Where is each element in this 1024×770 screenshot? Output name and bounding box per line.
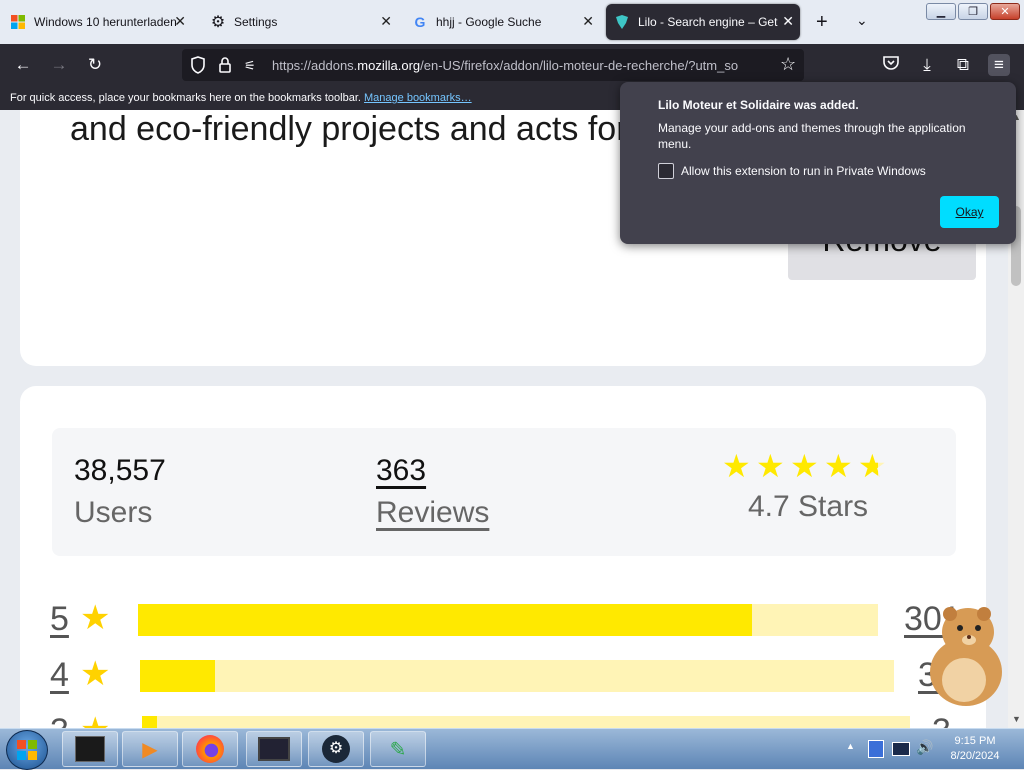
tray-app-icon[interactable] (868, 740, 884, 758)
firefox-icon (196, 735, 224, 763)
clock-time: 9:15 PM (954, 735, 996, 747)
scroll-down-icon[interactable]: ▼ (1012, 714, 1021, 724)
tab-bar: Windows 10 herunterladen ✕ ⚙ Settings ✕ … (0, 0, 1024, 44)
url-suffix: /en-US/firefox/addon/lilo-moteur-de-rech… (420, 58, 739, 73)
media-player-icon: ▶ (142, 738, 158, 761)
tray-network-icon[interactable] (892, 742, 910, 756)
monitor-icon (258, 737, 290, 761)
rating-row-bar-fill (138, 604, 753, 636)
minimize-icon[interactable]: ▁ (926, 3, 956, 20)
users-count: 38,557 (74, 454, 166, 487)
forward-icon[interactable]: → (48, 54, 70, 76)
rating-row-count-link[interactable]: 3 (932, 712, 951, 728)
tab-lilo[interactable]: Lilo - Search engine – Get ✕ (606, 4, 800, 40)
rating-row-bar[interactable] (140, 660, 894, 692)
maximize-icon[interactable]: ❐ (958, 3, 988, 20)
tab-close-icon[interactable]: ✕ (380, 14, 392, 28)
addon-installed-popup: Lilo Moteur et Solidaire was added. Mana… (620, 82, 1016, 244)
list-tabs-icon[interactable]: ⌄ (856, 12, 868, 29)
rating-row-bar-fill (142, 716, 158, 728)
url-prefix: https://addons. (272, 58, 358, 73)
pocket-icon[interactable] (880, 54, 902, 76)
app-menu-icon[interactable]: ≡ (988, 54, 1010, 76)
taskbar-app-media-player[interactable]: ▶ (122, 731, 178, 767)
gear-icon: ⚙ (210, 14, 226, 31)
windows-taskbar: ▶ ⚙ ✎ ▲ 🔊 9:15 PM 8/20/2024 (0, 728, 1024, 770)
new-tab-icon[interactable]: + (816, 12, 828, 32)
show-hidden-icons-icon[interactable]: ▲ (846, 741, 855, 751)
start-button[interactable] (6, 730, 48, 770)
rating-star-icon: ★ ★ (858, 448, 887, 484)
rating-label: 4.7 Stars (748, 490, 869, 523)
reload-icon[interactable]: ↻ (84, 54, 106, 76)
addon-description: and eco-friendly projects and acts for (70, 110, 628, 148)
terminal-icon (75, 736, 105, 762)
reviews-label-link[interactable]: Reviews (376, 496, 489, 530)
users-label: Users (74, 496, 153, 529)
okay-button[interactable]: Okay (940, 196, 999, 228)
windows-logo-icon (10, 14, 26, 30)
url-domain: mozilla.org (357, 58, 421, 73)
rating-star-icon: ★ (722, 448, 751, 484)
tab-title: hhjj - Google Suche (436, 15, 542, 29)
tab-title: Windows 10 herunterladen (34, 15, 177, 29)
rating-row-bar[interactable] (138, 604, 878, 636)
rating-stars: ★ ★ ★ ★ ★ ★ (722, 450, 902, 484)
rating-row-star-icon: ★ (80, 655, 111, 693)
back-icon[interactable]: ← (12, 54, 34, 76)
tab-close-icon[interactable]: ✕ (174, 14, 186, 28)
lilo-logo-icon (614, 14, 630, 30)
tab-settings[interactable]: ⚙ Settings ✕ (202, 4, 398, 40)
taskbar-app-steam[interactable]: ⚙ (308, 731, 364, 767)
hamster-sticker-image (918, 602, 1008, 712)
shield-icon[interactable] (190, 56, 206, 78)
lock-icon[interactable] (218, 56, 232, 79)
close-window-icon[interactable]: ✕ (990, 3, 1020, 20)
rating-row-bar-fill (140, 660, 216, 692)
tab-title: Lilo - Search engine – Get (638, 15, 778, 29)
rating-star-icon: ★ (756, 448, 785, 484)
tab-title: Settings (234, 15, 278, 29)
tray-volume-icon[interactable]: 🔊 (916, 739, 933, 756)
clock[interactable]: 9:15 PM 8/20/2024 (940, 734, 1010, 764)
rating-row-star-icon: ★ (80, 713, 110, 728)
tab-windows10[interactable]: Windows 10 herunterladen ✕ (2, 4, 192, 40)
rating-star-icon: ★ (824, 448, 853, 484)
ratings-card: 38,557 Users 363 Reviews ★ ★ ★ ★ ★ ★ 4.7 Star… (20, 386, 986, 728)
google-logo-icon: G (414, 14, 426, 30)
taskbar-app-terminal[interactable] (62, 731, 118, 767)
rating-row-bar[interactable] (142, 716, 910, 728)
bookmarks-hint-text: For quick access, place your bookmarks h… (10, 92, 361, 104)
url-bar[interactable]: ⚟ https://addons.mozilla.org/en-US/firef… (182, 49, 804, 81)
url-text[interactable]: https://addons.mozilla.org/en-US/firefox… (272, 58, 758, 73)
editor-icon: ✎ (389, 738, 407, 761)
tab-google[interactable]: G hhjj - Google Suche ✕ (404, 4, 600, 40)
tab-close-icon[interactable]: ✕ (782, 14, 794, 28)
popup-body: Manage your add-ons and themes through t… (658, 121, 966, 151)
taskbar-app-firefox[interactable] (182, 731, 238, 767)
rating-row-stars-link[interactable]: 3 (50, 712, 69, 728)
extensions-icon[interactable]: ⧉ (952, 54, 974, 76)
stats-box: 38,557 Users 363 Reviews ★ ★ ★ ★ ★ ★ 4.7 Star… (52, 428, 956, 556)
rating-row-stars-link[interactable]: 4 (50, 656, 69, 695)
popup-title: Lilo Moteur et Solidaire was added. (658, 98, 859, 112)
taskbar-app-monitor[interactable] (246, 731, 302, 767)
permissions-icon[interactable]: ⚟ (244, 58, 256, 74)
clock-date: 8/20/2024 (950, 750, 1000, 762)
rating-row-star-icon: ★ (80, 599, 111, 637)
rating-star-icon: ★ (790, 448, 819, 484)
steam-icon: ⚙ (322, 735, 350, 763)
downloads-icon[interactable]: ⤓ (916, 54, 938, 76)
navigation-bar: ← → ↻ ⚟ https://addons.mozilla.org/en-US… (0, 44, 1024, 86)
bookmarks-hint: For quick access, place your bookmarks h… (10, 92, 472, 104)
private-windows-checkbox[interactable] (658, 163, 674, 179)
taskbar-app-editor[interactable]: ✎ (370, 731, 426, 767)
reviews-count-link[interactable]: 363 (376, 454, 426, 488)
rating-row-stars-link[interactable]: 5 (50, 600, 69, 639)
tab-close-icon[interactable]: ✕ (582, 14, 594, 28)
bookmark-star-icon[interactable]: ☆ (780, 54, 796, 75)
private-windows-label[interactable]: Allow this extension to run in Private W… (681, 164, 926, 178)
manage-bookmarks-link[interactable]: Manage bookmarks… (364, 92, 472, 104)
